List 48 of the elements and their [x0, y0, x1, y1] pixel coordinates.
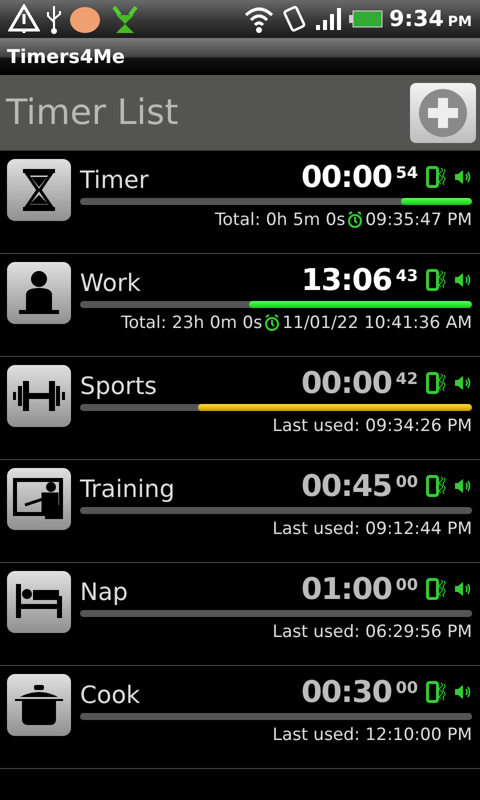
- timer-seconds: 00: [396, 472, 418, 491]
- dumbbell-icon: [12, 380, 66, 412]
- battery-icon: [349, 10, 384, 28]
- timer-time: 00:00: [301, 367, 392, 401]
- total-duration: Total: 23h 0m 0s: [121, 313, 262, 333]
- alarm-clock-icon: [347, 211, 364, 229]
- timer-name: Cook: [80, 680, 142, 710]
- timer-time: 00:30: [301, 676, 392, 710]
- alarm-time: 09:35:47 PM: [365, 210, 472, 230]
- timer-seconds: 42: [396, 369, 418, 388]
- timer-name: Sports: [80, 371, 158, 401]
- timer-name: Nap: [80, 577, 129, 607]
- clock: 9:34 PM: [389, 6, 472, 32]
- timer-time: 13:06: [301, 264, 392, 298]
- warning-icon: [8, 4, 40, 34]
- signal-icon: [315, 7, 344, 31]
- alarm-time: 11/01/22 10:41:36 AM: [282, 313, 472, 333]
- app-title: Timers4Me: [7, 46, 125, 68]
- timer-time: 00:45: [301, 470, 392, 504]
- timer-seconds: 00: [396, 678, 418, 697]
- icon-tile[interactable]: [7, 365, 71, 427]
- last-used: Last used: 09:34:26 PM: [272, 416, 472, 436]
- timer-seconds: 00: [396, 575, 418, 594]
- timer-time: 01:00: [301, 573, 392, 607]
- timer-name: Training: [80, 474, 176, 504]
- cooking-pot-icon: [14, 683, 64, 727]
- last-used: Last used: 12:10:00 PM: [272, 725, 472, 745]
- bed-icon: [14, 584, 64, 620]
- teacher-at-board-icon: [13, 477, 65, 521]
- total-duration: Total: 0h 5m 0s: [215, 210, 346, 230]
- alarm-clock-icon: [264, 314, 280, 332]
- timer-seconds: 54: [396, 163, 418, 182]
- usb-icon: [46, 4, 62, 34]
- last-used: Last used: 06:29:56 PM: [272, 622, 472, 642]
- icon-tile[interactable]: [7, 159, 71, 221]
- list-title: Timer List: [6, 92, 180, 132]
- timer-name: Work: [80, 268, 142, 298]
- last-used: Last used: 09:12:44 PM: [272, 519, 472, 539]
- person-at-desk-icon: [17, 270, 61, 316]
- timer-name: Timer: [80, 165, 150, 195]
- icon-tile[interactable]: [7, 674, 71, 736]
- wifi-icon: [243, 5, 276, 33]
- add-button[interactable]: [410, 82, 476, 142]
- icon-tile[interactable]: [7, 468, 71, 530]
- icon-tile[interactable]: [7, 262, 71, 324]
- icon-tile[interactable]: [7, 571, 71, 633]
- timer-time: 00:00: [301, 161, 392, 195]
- timer-seconds: 43: [396, 266, 418, 285]
